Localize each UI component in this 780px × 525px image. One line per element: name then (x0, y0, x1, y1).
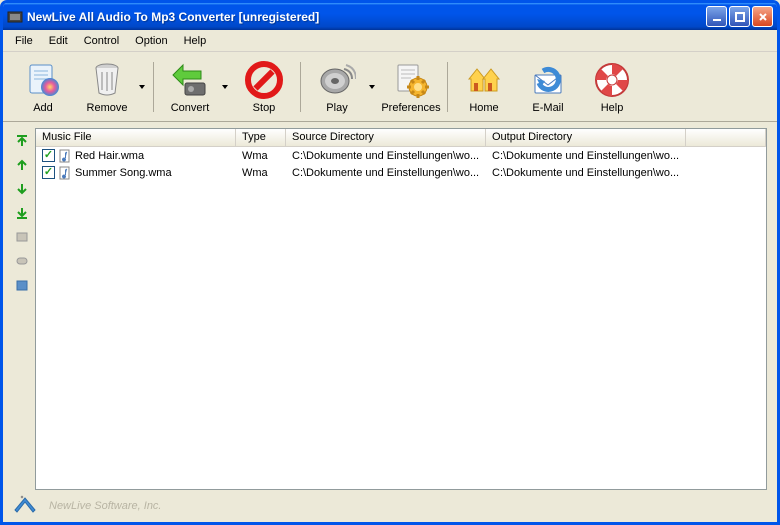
column-source[interactable]: Source Directory (286, 129, 486, 146)
list-header: Music File Type Source Directory Output … (36, 129, 766, 147)
email-icon (528, 60, 568, 100)
play-dropdown[interactable] (369, 55, 379, 119)
row-output: C:\Dokumente und Einstellungen\wo... (492, 167, 679, 179)
toolbar: Add Remove Convert Stop Play Preferences (3, 52, 777, 122)
menubar: File Edit Control Option Help (3, 30, 777, 52)
convert-label: Convert (171, 102, 210, 114)
close-button[interactable] (752, 6, 773, 27)
file-list: Music File Type Source Directory Output … (35, 128, 767, 490)
help-button[interactable]: Help (580, 55, 644, 119)
menu-help[interactable]: Help (176, 33, 215, 49)
company-name: NewLive Software, Inc. (49, 500, 162, 512)
maximize-button[interactable] (729, 6, 750, 27)
toolbar-separator (300, 62, 301, 112)
remove-icon (87, 60, 127, 100)
preferences-button[interactable]: Preferences (379, 55, 443, 119)
play-label: Play (326, 102, 347, 114)
row-type: Wma (242, 167, 268, 179)
column-type[interactable]: Type (236, 129, 286, 146)
convert-button[interactable]: Convert (158, 55, 222, 119)
menu-file[interactable]: File (7, 33, 41, 49)
help-icon (592, 60, 632, 100)
statusbar: NewLive Software, Inc. (3, 490, 777, 522)
stop-button[interactable]: Stop (232, 55, 296, 119)
row-source: C:\Dokumente und Einstellungen\wo... (292, 150, 479, 162)
add-icon (23, 60, 63, 100)
row-checkbox[interactable]: ✓ (42, 149, 55, 162)
column-spacer (686, 129, 766, 146)
add-label: Add (33, 102, 53, 114)
toolbar-separator (153, 62, 154, 112)
convert-dropdown[interactable] (222, 55, 232, 119)
remove-button[interactable]: Remove (75, 55, 139, 119)
window-controls (706, 6, 773, 27)
list-body[interactable]: ✓ Red Hair.wma Wma C:\Dokumente und Eins… (36, 147, 766, 489)
audio-file-icon (58, 166, 72, 180)
titlebar[interactable]: NewLive All Audio To Mp3 Converter [unre… (3, 3, 777, 30)
window-title: NewLive All Audio To Mp3 Converter [unre… (27, 10, 706, 24)
menu-option[interactable]: Option (127, 33, 175, 49)
company-logo-icon (13, 494, 39, 519)
toolbar-separator (447, 62, 448, 112)
sidebar-action-3[interactable] (13, 276, 31, 294)
stop-icon (244, 60, 284, 100)
column-music-file[interactable]: Music File (36, 129, 236, 146)
row-filename: Summer Song.wma (75, 167, 172, 179)
sidebar (9, 128, 35, 490)
email-button[interactable]: E-Mail (516, 55, 580, 119)
email-label: E-Mail (532, 102, 563, 114)
audio-file-icon (58, 149, 72, 163)
home-icon (464, 60, 504, 100)
move-top-button[interactable] (13, 132, 31, 150)
row-checkbox[interactable]: ✓ (42, 166, 55, 179)
row-filename: Red Hair.wma (75, 150, 144, 162)
minimize-button[interactable] (706, 6, 727, 27)
app-window: NewLive All Audio To Mp3 Converter [unre… (0, 0, 780, 525)
play-icon (317, 60, 357, 100)
menu-edit[interactable]: Edit (41, 33, 76, 49)
remove-dropdown[interactable] (139, 55, 149, 119)
convert-icon (170, 60, 210, 100)
play-button[interactable]: Play (305, 55, 369, 119)
home-label: Home (469, 102, 498, 114)
column-output[interactable]: Output Directory (486, 129, 686, 146)
content-area: Music File Type Source Directory Output … (3, 122, 777, 490)
app-icon (7, 9, 23, 25)
sidebar-action-2[interactable] (13, 252, 31, 270)
preferences-label: Preferences (381, 102, 440, 114)
stop-label: Stop (253, 102, 276, 114)
row-type: Wma (242, 150, 268, 162)
move-up-button[interactable] (13, 156, 31, 174)
table-row[interactable]: ✓ Red Hair.wma Wma C:\Dokumente und Eins… (36, 147, 766, 164)
add-button[interactable]: Add (11, 55, 75, 119)
sidebar-action-1[interactable] (13, 228, 31, 246)
move-bottom-button[interactable] (13, 204, 31, 222)
row-output: C:\Dokumente und Einstellungen\wo... (492, 150, 679, 162)
menu-control[interactable]: Control (76, 33, 127, 49)
preferences-icon (391, 60, 431, 100)
table-row[interactable]: ✓ Summer Song.wma Wma C:\Dokumente und E… (36, 164, 766, 181)
help-label: Help (601, 102, 624, 114)
remove-label: Remove (87, 102, 128, 114)
row-source: C:\Dokumente und Einstellungen\wo... (292, 167, 479, 179)
home-button[interactable]: Home (452, 55, 516, 119)
move-down-button[interactable] (13, 180, 31, 198)
